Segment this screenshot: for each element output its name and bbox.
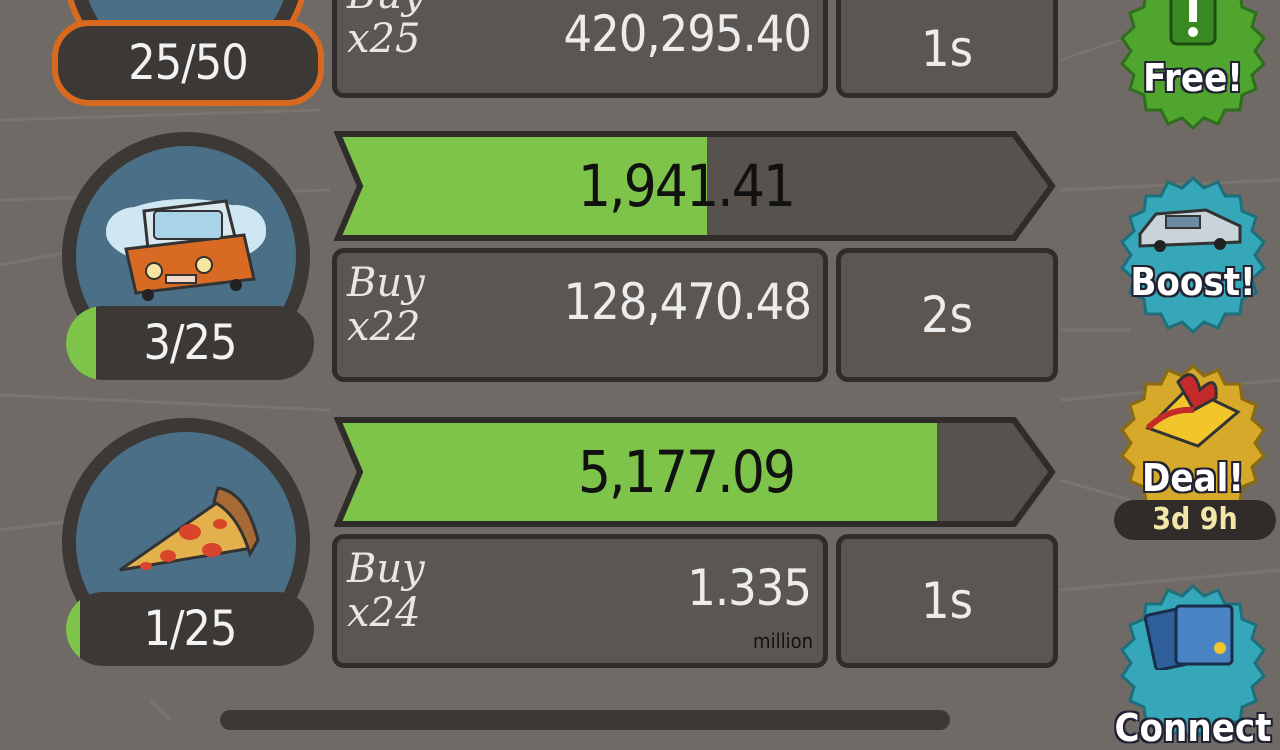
pizza-business-price-unit: million	[753, 629, 813, 653]
top-business-time-button[interactable]: 1s	[836, 0, 1058, 98]
pizza-business-count-pill: 1/25	[66, 592, 314, 666]
top-business-price: 420,295.40	[563, 5, 812, 63]
car-business-count: 3/25	[143, 315, 238, 371]
pizza-business-time-button[interactable]: 1s	[836, 534, 1058, 668]
pizza-business-time: 1s	[920, 572, 974, 630]
exclamation-icon	[1169, 0, 1217, 46]
cards-icon	[1143, 604, 1234, 670]
deal-timer: 3d 9h	[1114, 500, 1276, 540]
pizza-business-count-fill	[66, 592, 80, 666]
top-business-buy-button[interactable]: Buy x25 420,295.40	[332, 0, 828, 98]
pizza-icon	[119, 486, 260, 572]
car-business-progress-value: 1,941.41	[577, 152, 796, 220]
top-business-time: 1s	[920, 20, 974, 78]
pizza-business-buy-label: Buy x24	[347, 546, 425, 636]
connect-label: Connect	[1114, 706, 1272, 750]
pizza-business-price: 1.335	[687, 559, 812, 617]
pizza-business-count: 1/25	[143, 601, 238, 657]
free-label: Free!	[1143, 56, 1243, 100]
car-business-time-button[interactable]: 2s	[836, 248, 1058, 382]
top-business-count-pill: 25/50	[52, 20, 324, 106]
car-icon	[106, 199, 266, 301]
boost-button[interactable]: Boost!	[1114, 176, 1272, 334]
connect-button[interactable]: Connect	[1114, 584, 1272, 750]
deal-button[interactable]: Deal!	[1114, 364, 1272, 522]
boost-label: Boost!	[1130, 260, 1256, 304]
gift-icon	[1145, 373, 1241, 448]
car-business-price: 128,470.48	[563, 273, 812, 331]
next-business-edge	[220, 710, 950, 730]
deal-label: Deal!	[1142, 456, 1244, 500]
car-business-progress-bar[interactable]: 1,941.41	[334, 130, 1058, 242]
time-machine-car-icon	[1138, 208, 1242, 252]
top-business-buy-label: Buy x25	[347, 0, 425, 62]
pizza-business-buy-button[interactable]: Buy x24 1.335 million	[332, 534, 828, 668]
free-button[interactable]: Free!	[1114, 0, 1272, 130]
car-business-buy-label: Buy x22	[347, 260, 425, 350]
car-business-time: 2s	[920, 286, 974, 344]
car-business-count-pill: 3/25	[66, 306, 314, 380]
car-business-buy-button[interactable]: Buy x22 128,470.48	[332, 248, 828, 382]
car-business-count-fill	[66, 306, 96, 380]
pizza-business-progress-value: 5,177.09	[577, 438, 796, 506]
top-business-count: 25/50	[128, 35, 248, 91]
pizza-business-progress-bar[interactable]: 5,177.09	[334, 416, 1058, 528]
